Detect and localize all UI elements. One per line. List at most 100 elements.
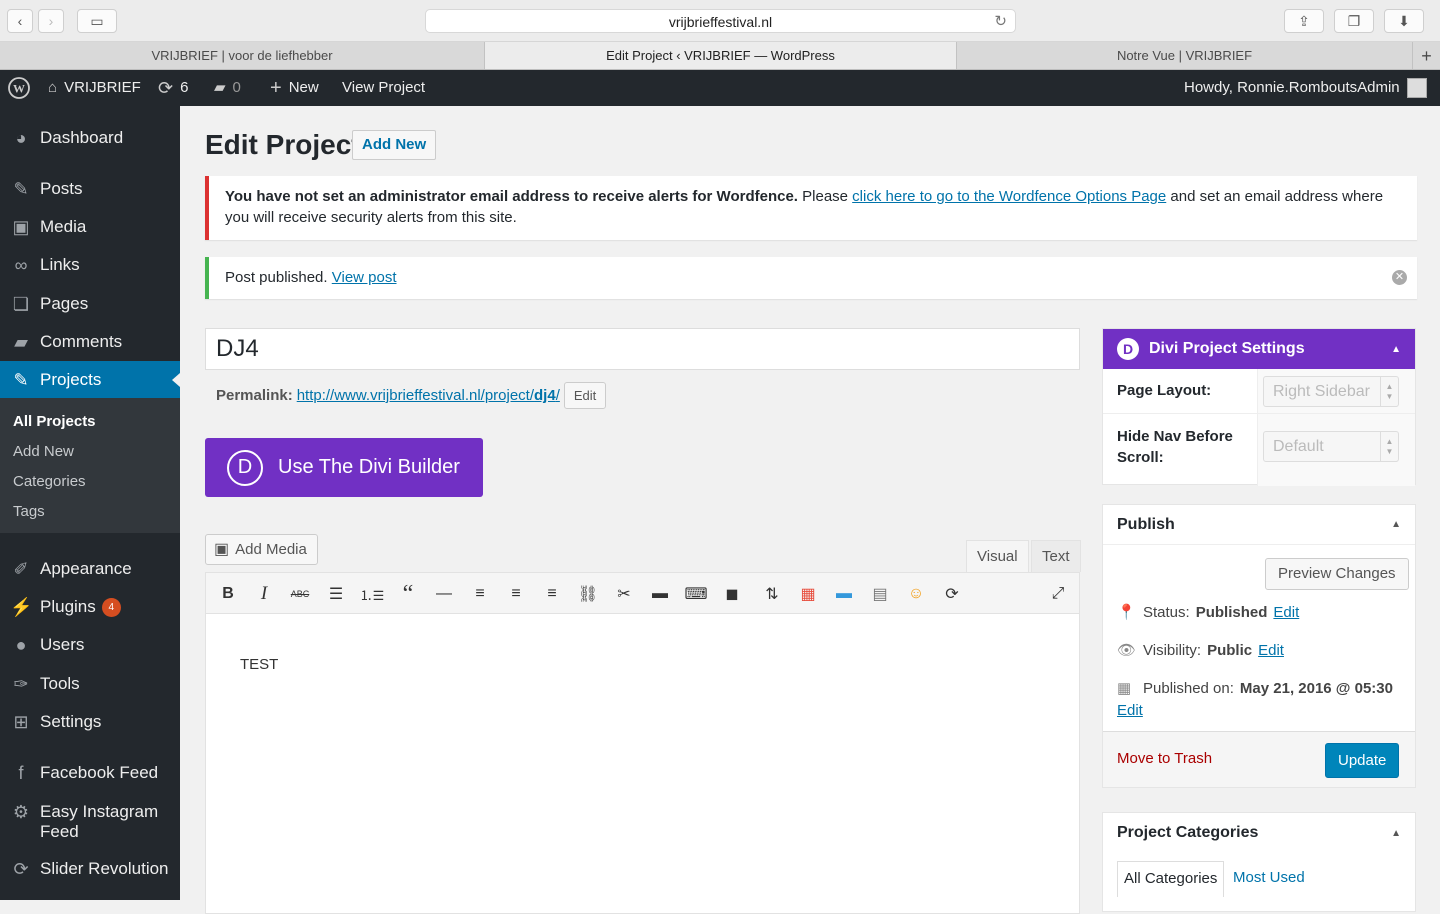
view-post-link[interactable]: View post: [332, 269, 397, 286]
horizontal-line-icon[interactable]: —: [432, 582, 456, 606]
read-more-icon[interactable]: ▬: [648, 582, 672, 606]
forward-button[interactable]: ›: [38, 9, 64, 33]
address-bar[interactable]: vrijbrieffestival.nl ↻: [425, 9, 1016, 33]
content-editor[interactable]: TEST: [205, 614, 1080, 914]
current-arrow: [172, 373, 180, 387]
permalink-link[interactable]: http://www.vrijbrieffestival.nl/project/…: [297, 387, 560, 404]
submenu-add-new[interactable]: Add New: [13, 443, 74, 460]
dismiss-icon[interactable]: ✕: [1392, 270, 1407, 285]
tab-visual[interactable]: Visual: [966, 540, 1029, 572]
edit-visibility-link[interactable]: Edit: [1258, 642, 1284, 659]
tabs-overview-icon[interactable]: ❐: [1334, 9, 1374, 33]
view-project-link[interactable]: View Project: [342, 70, 425, 106]
user-menu[interactable]: Howdy, Ronnie.RomboutsAdmin: [1184, 70, 1427, 106]
page-layout-select[interactable]: Right Sidebar ▲ ▼: [1263, 376, 1399, 407]
project-categories-box: Project Categories ▲ All Categories Most…: [1102, 812, 1416, 912]
add-media-button[interactable]: ▣ Add Media: [205, 534, 318, 565]
sidebar-item-links[interactable]: ∞ Links: [0, 246, 180, 284]
remove-link-icon[interactable]: ✂: [612, 582, 636, 606]
person-icon[interactable]: ☺: [904, 582, 928, 606]
updates-link[interactable]: ⟳ 6: [158, 70, 188, 106]
edit-date-link[interactable]: Edit: [1117, 702, 1143, 719]
upload-icon[interactable]: ⇅: [760, 582, 784, 606]
tab-most-used[interactable]: Most Used: [1233, 861, 1305, 897]
update-button[interactable]: Update: [1325, 743, 1400, 778]
back-button[interactable]: ‹: [7, 9, 33, 33]
sidebar-item-facebook-feed[interactable]: f Facebook Feed: [0, 754, 180, 792]
grid-icon[interactable]: ▦: [796, 582, 820, 606]
submenu-all-projects[interactable]: All Projects: [13, 413, 96, 430]
tab-all-categories[interactable]: All Categories: [1117, 861, 1225, 897]
align-right-icon[interactable]: ≡: [540, 582, 564, 606]
insert-link-icon[interactable]: ⛓: [576, 582, 600, 606]
collapse-icon[interactable]: ▲: [1391, 828, 1401, 839]
share-icon[interactable]: ⇪: [1284, 9, 1324, 33]
preview-changes-button[interactable]: Preview Changes: [1265, 558, 1409, 590]
blockquote-icon[interactable]: “: [396, 581, 420, 607]
downloads-icon[interactable]: ⬇: [1384, 9, 1424, 33]
sidebar-item-users[interactable]: ● Users: [0, 626, 180, 664]
sidebar-item-easy-instagram-feed[interactable]: ⚙ Easy Instagram Feed: [0, 798, 180, 844]
sidebar-item-label: Users: [40, 635, 85, 654]
refresh-icon[interactable]: ⟳: [940, 582, 964, 606]
align-left-icon[interactable]: ≡: [468, 582, 492, 606]
fullscreen-icon[interactable]: ⤢: [1046, 582, 1070, 606]
browser-tab[interactable]: VRIJBRIEF | voor de liefhebber: [0, 42, 485, 69]
tab-text[interactable]: Text: [1031, 540, 1081, 572]
sidebar-item-comments[interactable]: ▰ Comments: [0, 323, 180, 361]
sidebar-item-media[interactable]: ▣ Media: [0, 208, 180, 246]
published-on-row: ▦ Published on: May 21, 2016 @ 05:30: [1117, 679, 1393, 698]
sidebar-item-plugins[interactable]: ⚡ Plugins 4: [0, 588, 180, 626]
divi-settings-header[interactable]: D Divi Project Settings ▲: [1103, 329, 1415, 369]
collapse-icon[interactable]: ▲: [1391, 344, 1401, 355]
italic-icon[interactable]: I: [252, 582, 276, 606]
strikethrough-icon[interactable]: ABC: [288, 582, 312, 606]
reload-icon[interactable]: ↻: [994, 10, 1007, 34]
toolbar-toggle-icon[interactable]: ⌨: [684, 582, 708, 606]
browser-tab-active[interactable]: Edit Project ‹ VRIJBRIEF — WordPress: [485, 42, 957, 69]
sidebar-item-appearance[interactable]: ✐ Appearance: [0, 550, 180, 588]
sidebar-item-label: Links: [40, 255, 80, 274]
hide-nav-select[interactable]: Default ▲ ▼: [1263, 431, 1399, 462]
collapse-icon[interactable]: ▲: [1391, 519, 1401, 530]
sidebar-item-slider-revolution[interactable]: ⟳ Slider Revolution: [0, 850, 180, 888]
edit-status-link[interactable]: Edit: [1273, 604, 1299, 621]
sidebar-item-settings[interactable]: ⊞ Settings: [0, 703, 180, 741]
edit-permalink-button[interactable]: Edit: [563, 382, 607, 409]
sidebar-item-dashboard[interactable]: ◕ Dashboard: [0, 119, 180, 157]
sidebar-item-posts[interactable]: ✎ Posts: [0, 170, 180, 208]
comments-link[interactable]: ▰ 0: [214, 70, 241, 106]
wordfence-options-link[interactable]: click here to go to the Wordfence Option…: [852, 188, 1166, 205]
publish-box: Publish ▲ Preview Changes 📍 Status: Publ…: [1102, 504, 1416, 788]
publish-header[interactable]: Publish ▲: [1103, 505, 1415, 545]
facebook-icon: f: [18, 762, 24, 783]
move-to-trash-link[interactable]: Move to Trash: [1117, 750, 1212, 767]
sidebar-toggle-icon[interactable]: ▭: [77, 9, 117, 33]
sidebar-item-tools[interactable]: ✑ Tools: [0, 665, 180, 703]
browser-tab[interactable]: Notre Vue | VRIJBRIEF: [957, 42, 1413, 69]
sidebar-item-projects[interactable]: ✎ Projects: [0, 361, 180, 399]
published-on-label: Published on:: [1143, 679, 1234, 697]
divi-builder-button[interactable]: D Use The Divi Builder: [205, 438, 483, 497]
post-title-input[interactable]: DJ4: [205, 328, 1080, 370]
status-label: Status:: [1143, 603, 1190, 621]
shortcode-icon[interactable]: ◼: [720, 582, 744, 606]
add-new-button[interactable]: Add New: [352, 130, 437, 160]
submenu-tags[interactable]: Tags: [13, 503, 45, 520]
divi-logo-icon: D: [227, 449, 263, 486]
new-content-link[interactable]: + New: [270, 70, 319, 106]
site-name-link[interactable]: ⌂ VRIJBRIEF: [48, 70, 141, 106]
list-icon[interactable]: ▤: [868, 582, 892, 606]
new-tab-icon[interactable]: +: [1413, 42, 1440, 69]
align-center-icon[interactable]: ≡: [504, 582, 528, 606]
submenu-categories[interactable]: Categories: [13, 473, 86, 490]
categories-header[interactable]: Project Categories ▲: [1103, 813, 1415, 853]
bold-icon[interactable]: B: [216, 582, 240, 606]
sidebar-item-pages[interactable]: ❏ Pages: [0, 285, 180, 323]
bullet-list-icon[interactable]: ☰: [324, 582, 348, 606]
tabs-icon[interactable]: ▬: [832, 582, 856, 606]
wordpress-logo-icon[interactable]: W: [8, 70, 30, 106]
numbered-list-icon[interactable]: ⒈☰: [360, 582, 385, 606]
divi-builder-label: Use The Divi Builder: [278, 456, 460, 478]
plugin-update-badge: 4: [101, 598, 121, 617]
